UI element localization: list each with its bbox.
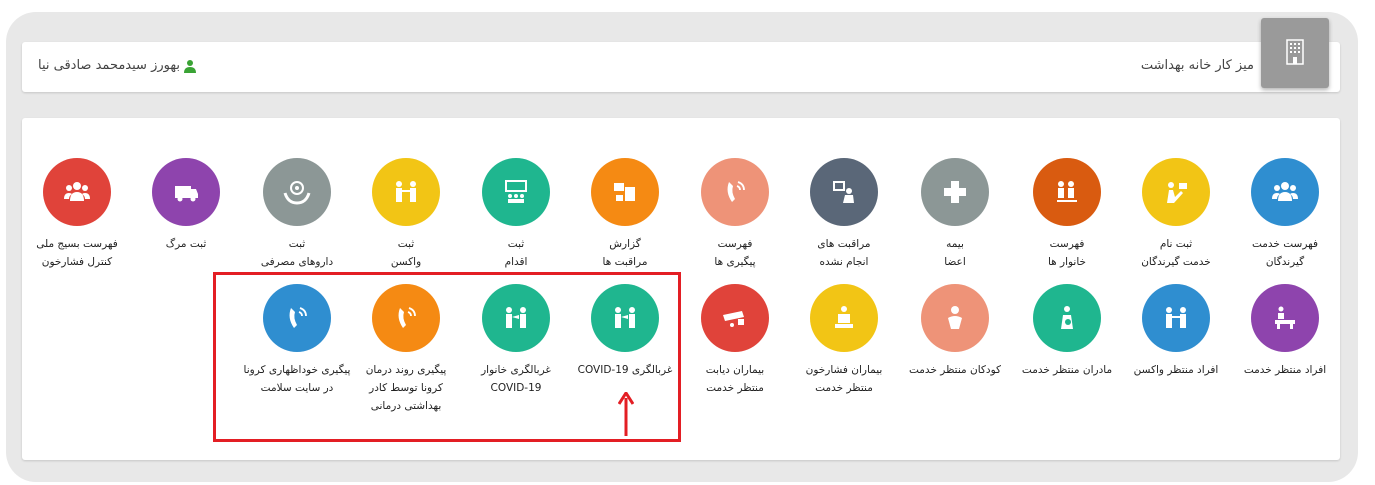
dashboard-tile[interactable]: گزارش مراقبت ها: [565, 158, 685, 271]
page-title: میز کار خانه بهداشت: [1140, 58, 1254, 73]
child-icon: [921, 284, 989, 352]
tile-label: افراد منتظر واکسن: [1133, 364, 1219, 376]
tile-label: ثبت نام خدمت گیرندگان: [1141, 238, 1211, 268]
tile-label: کودکان منتظر خدمت: [909, 364, 1001, 376]
annotation-arrow-icon: [618, 392, 634, 436]
tile-label: بیمه اعضا: [944, 238, 966, 268]
user-icon: [183, 59, 196, 73]
vaccine-icon: [372, 158, 440, 226]
dashboard-tile[interactable]: افراد منتظر خدمت: [1225, 284, 1345, 379]
dashboard-tile[interactable]: بیماران فشارخون منتظر خدمت: [784, 284, 904, 397]
dashboard-tile[interactable]: بیمه اعضا: [895, 158, 1015, 271]
dashboard-tile[interactable]: افراد منتظر واکسن: [1116, 284, 1236, 379]
tile-label: فهرست خدمت گیرندگان: [1251, 238, 1319, 268]
phone-icon: [701, 158, 769, 226]
dashboard-tile[interactable]: ثبت مرگ: [126, 158, 246, 253]
dashboard-tile[interactable]: کودکان منتظر خدمت: [895, 284, 1015, 379]
tile-label: بیماران دیابت منتظر خدمت: [705, 364, 765, 394]
vaccine-icon: [1142, 284, 1210, 352]
ambulance-icon: [152, 158, 220, 226]
building-icon[interactable]: [1261, 18, 1329, 88]
tile-label: ثبت اقدام: [504, 238, 528, 268]
dashboard-tile[interactable]: فهرست بسیج ملی کنترل فشارخون: [17, 158, 137, 271]
report-icon: [591, 158, 659, 226]
register-person-icon: [1142, 158, 1210, 226]
tile-label: ثبت داروهای مصرفی: [260, 238, 334, 268]
tile-label: مادران منتظر خدمت: [1021, 364, 1113, 376]
care-pending-icon: [810, 158, 878, 226]
annotation-highlight-box: [213, 272, 681, 442]
family-icon: [1033, 158, 1101, 226]
dashboard-tile[interactable]: فهرست پیگیری ها: [675, 158, 795, 271]
dashboard-tile[interactable]: بیماران دیابت منتظر خدمت: [675, 284, 795, 397]
mother-icon: [1033, 284, 1101, 352]
dashboard-tile[interactable]: مراقبت های انجام نشده: [784, 158, 904, 271]
user-info[interactable]: بهورز سیدمحمد صادقی نیا: [38, 58, 197, 73]
medicine-hand-icon: [263, 158, 331, 226]
dashboard-tile[interactable]: ثبت نام خدمت گیرندگان: [1116, 158, 1236, 271]
user-name: بهورز سیدمحمد صادقی نیا: [38, 58, 180, 73]
dashboard-tile[interactable]: فهرست خانوار ها: [1007, 158, 1127, 271]
tile-label: افراد منتظر خدمت: [1243, 364, 1327, 376]
tile-label: ثبت واکسن: [390, 238, 422, 268]
dashboard-tile[interactable]: ثبت اقدام: [456, 158, 576, 271]
tile-label: بیماران فشارخون منتظر خدمت: [805, 364, 883, 394]
dashboard-tile[interactable]: ثبت واکسن: [346, 158, 466, 271]
people-group-icon: [43, 158, 111, 226]
dashboard-tile[interactable]: فهرست خدمت گیرندگان: [1225, 158, 1345, 271]
diabetes-icon: [701, 284, 769, 352]
medical-cross-icon: [921, 158, 989, 226]
dashboard-tile[interactable]: مادران منتظر خدمت: [1007, 284, 1127, 379]
tile-label: فهرست پیگیری ها: [714, 238, 756, 268]
dashboard-tile[interactable]: ثبت داروهای مصرفی: [237, 158, 357, 271]
action-icon: [482, 158, 550, 226]
tile-label: مراقبت های انجام نشده: [817, 238, 871, 268]
people-group-icon: [1251, 158, 1319, 226]
tile-label: فهرست خانوار ها: [1047, 238, 1087, 268]
waiting-person-icon: [1251, 284, 1319, 352]
tile-label: فهرست بسیج ملی کنترل فشارخون: [36, 238, 118, 268]
blood-pressure-icon: [810, 284, 878, 352]
tile-label: ثبت مرگ: [165, 238, 207, 250]
tile-label: گزارش مراقبت ها: [602, 238, 648, 268]
header-bar: بهورز سیدمحمد صادقی نیا میز کار خانه بهد…: [22, 42, 1340, 92]
